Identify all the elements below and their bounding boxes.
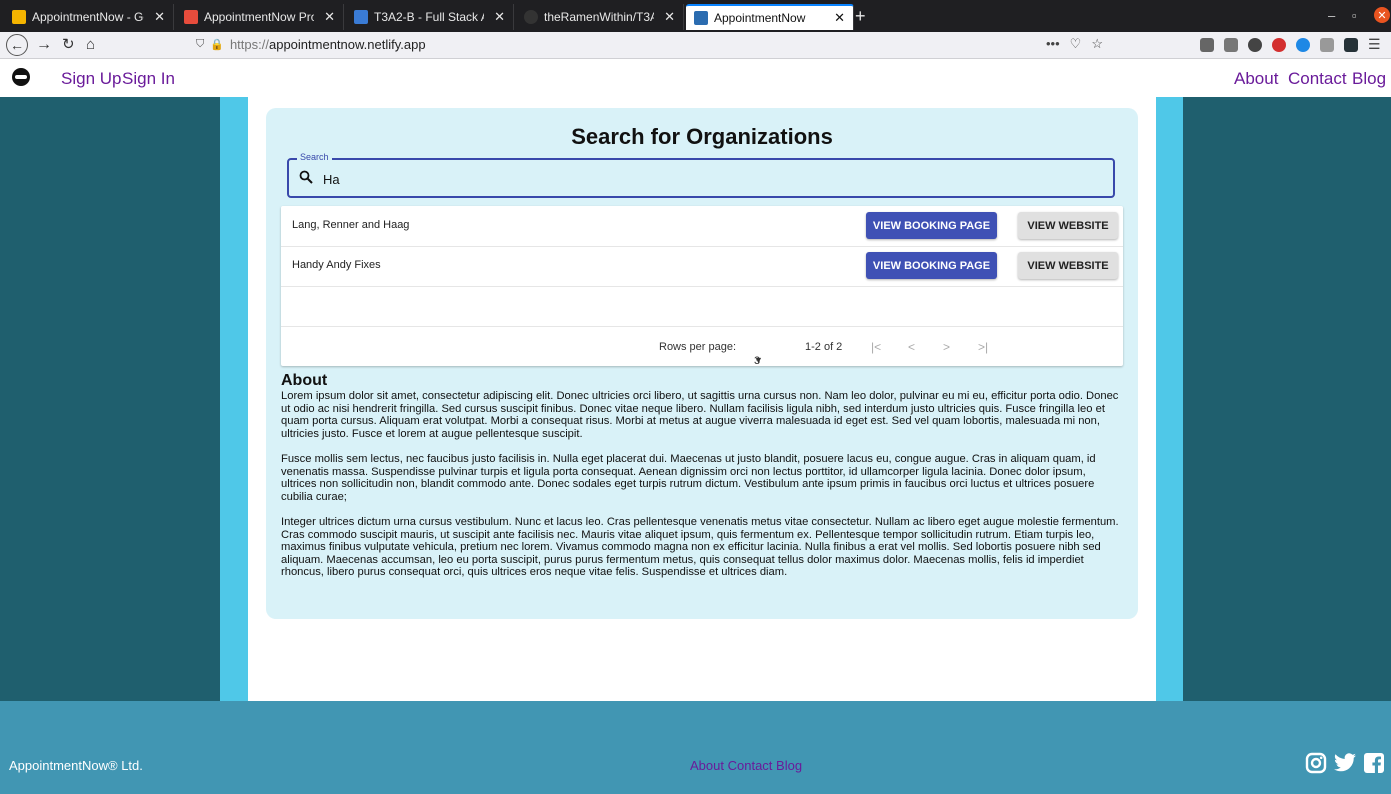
about-heading: About (281, 372, 328, 389)
close-tab-icon[interactable]: ✕ (154, 9, 165, 25)
tab-label: theRamenWithin/T3A2_ (544, 10, 654, 24)
search-label: Search (297, 152, 332, 162)
url-scheme: https:// (229, 37, 269, 52)
more-actions-icon[interactable]: ••• (1046, 36, 1060, 52)
site-footer: AppointmentNow® Ltd. About Contact Blog (0, 701, 1391, 794)
new-tab-button[interactable]: + (855, 6, 866, 26)
about-paragraph: Lorem ipsum dolor sit amet, consectetur … (281, 390, 1119, 440)
close-tab-icon[interactable]: ✕ (494, 9, 505, 25)
footer-blog-link[interactable]: Blog (776, 758, 802, 773)
account-icon[interactable] (1248, 37, 1262, 52)
url-bar[interactable]: ⛉ 🔒 https://appointmentnow.netlify.app (196, 34, 1116, 55)
github-favicon-icon (524, 10, 538, 24)
logo-icon[interactable] (12, 68, 30, 86)
left-dark-band (0, 97, 220, 701)
social-links (1305, 752, 1385, 774)
tab-label: T3A2-B - Full Stack App ( (374, 10, 484, 24)
browser-tab-4[interactable]: theRamenWithin/T3A2_ ✕ (516, 4, 684, 30)
sign-up-link[interactable]: Sign Up (61, 69, 121, 89)
library-icon[interactable] (1200, 37, 1214, 52)
shield-icon: ⛉ (196, 38, 205, 50)
trello-favicon-icon (184, 10, 198, 24)
back-arrow-icon[interactable]: ← (6, 34, 28, 56)
organization-name: Handy Andy Fixes (292, 259, 381, 271)
minimize-window-icon[interactable]: – (1328, 8, 1335, 23)
copyright-text: AppointmentNow® Ltd. (9, 758, 143, 773)
search-field[interactable]: Search (287, 152, 1115, 198)
forward-arrow-icon[interactable]: → (36, 35, 52, 55)
blog-link[interactable]: Blog (1352, 69, 1386, 89)
lock-icon: 🔒 (210, 39, 224, 51)
table-row: Lang, Renner and Haag VIEW BOOKING PAGE … (281, 206, 1123, 247)
browser-tab-1[interactable]: AppointmentNow - Goo ✕ (4, 4, 174, 30)
search-card: Search for Organizations Search Lang, Re… (266, 108, 1138, 619)
browser-tab-bar: AppointmentNow - Goo ✕ AppointmentNow Pr… (0, 0, 1391, 32)
about-link[interactable]: About (1234, 69, 1278, 89)
extension-icon[interactable] (1320, 37, 1334, 52)
last-page-icon[interactable]: >| (978, 340, 988, 354)
organization-name: Lang, Renner and Haag (292, 219, 410, 231)
view-website-button[interactable]: VIEW WEBSITE (1018, 252, 1118, 279)
left-light-band (220, 97, 248, 701)
pagination-range: 1-2 of 2 (805, 341, 843, 353)
close-window-icon[interactable]: ✕ (1374, 7, 1390, 23)
footer-links: About Contact Blog (690, 758, 802, 773)
twitter-icon[interactable] (1333, 752, 1357, 774)
empty-table-row (281, 286, 1123, 327)
table-pagination: Rows per page: 3 ▼ 1-2 of 2 |< < > >| (281, 326, 1123, 367)
browser-tab-5-active[interactable]: AppointmentNow ✕ (686, 4, 854, 30)
about-section: About Lorem ipsum dolor sit amet, consec… (281, 372, 1123, 592)
close-tab-icon[interactable]: ✕ (834, 10, 845, 26)
browser-tab-3[interactable]: T3A2-B - Full Stack App ( ✕ (346, 4, 514, 30)
adblock-icon[interactable] (1272, 37, 1286, 52)
next-page-icon[interactable]: > (943, 340, 950, 354)
search-input[interactable] (321, 168, 1085, 190)
tab-label: AppointmentNow (714, 11, 806, 25)
instagram-icon[interactable] (1305, 752, 1327, 774)
view-booking-page-button[interactable]: VIEW BOOKING PAGE (866, 252, 997, 279)
browser-tab-2[interactable]: AppointmentNow Projec ✕ (176, 4, 344, 30)
menu-icon[interactable]: ☰ (1368, 36, 1381, 53)
bookmark-star-icon[interactable]: ☆ (1091, 36, 1103, 52)
footer-about-link[interactable]: About (690, 758, 724, 773)
facebook-icon[interactable] (1363, 752, 1385, 774)
rows-per-page-label: Rows per page: (659, 341, 737, 353)
tab-label: AppointmentNow Projec (204, 10, 314, 24)
view-website-button[interactable]: VIEW WEBSITE (1018, 212, 1118, 239)
close-tab-icon[interactable]: ✕ (664, 9, 675, 25)
page-title: Search for Organizations (571, 124, 833, 149)
close-tab-icon[interactable]: ✕ (324, 9, 335, 25)
table-row: Handy Andy Fixes VIEW BOOKING PAGE VIEW … (281, 246, 1123, 287)
slides-favicon-icon (12, 10, 26, 24)
search-icon (299, 170, 313, 184)
classroom-favicon-icon (354, 10, 368, 24)
right-light-band (1156, 97, 1183, 701)
footer-contact-link[interactable]: Contact (728, 758, 773, 773)
previous-page-icon[interactable]: < (908, 340, 915, 354)
pocket-icon[interactable]: ♡ (1070, 36, 1082, 52)
results-table: Lang, Renner and Haag VIEW BOOKING PAGE … (281, 206, 1123, 367)
reload-icon[interactable]: ↻ (62, 35, 75, 55)
password-manager-icon[interactable] (1296, 37, 1310, 52)
caret-down-icon: ▼ (754, 355, 763, 365)
view-booking-page-button[interactable]: VIEW BOOKING PAGE (866, 212, 997, 239)
sidebar-icon[interactable] (1224, 37, 1238, 52)
sign-in-link[interactable]: Sign In (122, 69, 175, 89)
right-dark-band (1183, 97, 1391, 701)
react-devtools-icon[interactable] (1344, 37, 1358, 52)
url-host: appointmentnow.netlify.app (268, 37, 426, 52)
contact-link[interactable]: Contact (1288, 69, 1347, 89)
tab-label: AppointmentNow - Goo (32, 10, 144, 24)
browser-nav-bar: ← → ↻ ⌂ ⛉ 🔒 https://appointmentnow.netli… (0, 32, 1391, 59)
react-favicon-icon (694, 11, 708, 25)
home-icon[interactable]: ⌂ (86, 35, 95, 55)
about-paragraph: Integer ultrices dictum urna cursus vest… (281, 515, 1119, 579)
first-page-icon[interactable]: |< (871, 340, 881, 354)
maximize-window-icon[interactable]: ▫ (1352, 8, 1357, 23)
site-header: Sign Up Sign In About Contact Blog (0, 59, 1391, 97)
about-paragraph: Fusce mollis sem lectus, nec faucibus ju… (281, 452, 1096, 503)
